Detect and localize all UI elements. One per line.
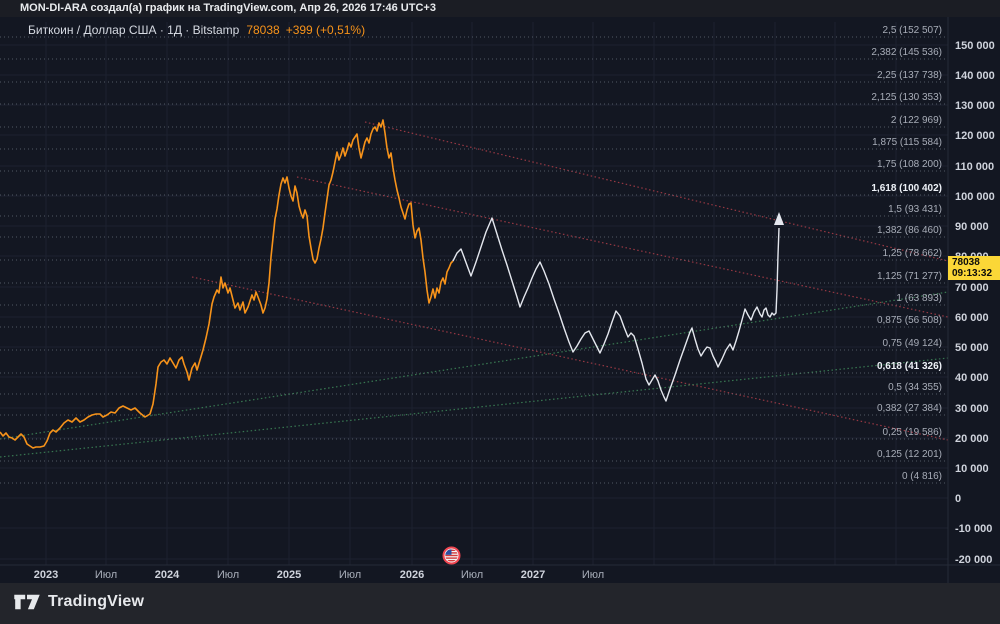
fib-level-label: 2,382 (145 536)	[871, 47, 942, 58]
price-axis-label: 10 000	[955, 463, 989, 475]
price-axis-label: 30 000	[955, 403, 989, 415]
price-axis-label: 70 000	[955, 282, 989, 294]
time-axis-label: Июл	[461, 569, 483, 581]
price-axis[interactable]: 150 000 140 000 130 000 120 000 110 000 100 0…	[955, 40, 995, 566]
event-marker[interactable]	[442, 546, 461, 565]
time-axis-label: Июл	[217, 569, 239, 581]
fib-level-label: 2,5 (152 507)	[883, 25, 943, 36]
time-axis-label: 2024	[155, 569, 180, 581]
price-series-projection[interactable]	[452, 217, 780, 402]
price-axis-label: 120 000	[955, 130, 995, 142]
tradingview-logo-text: TradingView	[48, 593, 145, 610]
time-axis-label: 2026	[400, 569, 424, 581]
legend-symbol-text: Биткоин / Доллар США · 1Д · Bitstamp	[28, 23, 240, 37]
fib-level-label: 2,25 (137 738)	[877, 70, 942, 81]
time-axis-label: 2027	[521, 569, 545, 581]
fib-level-label: 1,875 (115 584)	[872, 137, 942, 148]
price-axis-label: 40 000	[955, 372, 989, 384]
fib-level-label: 0,25 (19 586)	[883, 427, 943, 438]
fib-level-label: 1,25 (78 662)	[883, 248, 943, 259]
price-axis-label: -10 000	[955, 523, 992, 535]
price-axis-label: 100 000	[955, 191, 995, 203]
time-axis-label: 2025	[277, 569, 301, 581]
snapshot-attribution: MON-DI-ARA создал(а) график на TradingVi…	[20, 2, 436, 14]
chart-canvas[interactable]: 2,5 (152 507) 2,382 (145 536) 2,25 (137 73…	[0, 17, 1000, 583]
time-axis[interactable]: 2023 Июл 2024 Июл 2025 Июл 2026 Июл 2027 Июл	[34, 569, 604, 581]
fib-level-label: 1,125 (71 277)	[877, 271, 942, 282]
fib-level-label: 2,125 (130 353)	[871, 92, 942, 103]
grid-layer	[0, 22, 948, 565]
legend-change: +399 (+0,51%)	[285, 23, 366, 37]
header-bar: MON-DI-ARA создал(а) график на TradingVi…	[0, 0, 1000, 17]
fib-level-label: 1,75 (108 200)	[877, 159, 942, 170]
fib-level-label: 1 (63 893)	[896, 293, 942, 304]
tradingview-logo-icon	[14, 594, 40, 610]
price-axis-label: -20 000	[955, 554, 992, 566]
fib-level-label: 0,75 (49 124)	[883, 338, 943, 349]
trend-line-red[interactable]	[296, 176, 949, 318]
price-axis-label: 50 000	[955, 342, 989, 354]
legend-price: 78038	[246, 23, 280, 37]
fib-level-label: 1,618 (100 402)	[871, 183, 942, 194]
price-axis-label: 150 000	[955, 40, 995, 52]
price-axis-label: 0	[955, 493, 961, 505]
price-axis-label: 90 000	[955, 221, 989, 233]
price-tag-price: 78038	[952, 257, 980, 268]
price-axis-label: 140 000	[955, 70, 995, 82]
fib-level-label: 2 (122 969)	[891, 115, 942, 126]
footer-bar: TradingView	[0, 583, 1000, 624]
fib-level-label: 0 (4 816)	[902, 471, 942, 482]
flag-stripe	[445, 554, 458, 557]
tradingview-snapshot: MON-DI-ARA создал(а) график на TradingVi…	[0, 0, 1000, 624]
time-axis-label: Июл	[95, 569, 117, 581]
price-tag-countdown: 09:13:32	[952, 268, 993, 279]
time-axis-label: 2023	[34, 569, 58, 581]
tradingview-logo[interactable]: TradingView	[14, 592, 144, 612]
price-axis-label: 130 000	[955, 100, 995, 112]
fib-level-label: 1,382 (86 460)	[877, 225, 942, 236]
price-axis-label: 110 000	[955, 161, 994, 173]
fib-level-label: 0,5 (34 355)	[888, 382, 942, 393]
trend-line-red[interactable]	[364, 121, 949, 262]
fib-level-label: 0,875 (56 508)	[877, 315, 942, 326]
price-axis-label: 20 000	[955, 433, 989, 445]
fib-level-label: 0,125 (12 201)	[877, 449, 942, 460]
price-axis-label: 60 000	[955, 312, 989, 324]
time-axis-label: Июл	[339, 569, 361, 581]
price-series-history	[0, 119, 454, 449]
flag-stripe	[445, 557, 458, 559]
trend-line-green[interactable]	[0, 291, 949, 440]
fib-level-label: 1,5 (93 431)	[888, 204, 942, 215]
chart-pane: 2,5 (152 507) 2,382 (145 536) 2,25 (137 73…	[0, 17, 1000, 583]
trend-lines-layer	[0, 121, 949, 458]
fib-level-label: 0,618 (41 326)	[877, 361, 942, 372]
time-axis-label: Июл	[582, 569, 604, 581]
price-tag: 78038 09:13:32	[948, 256, 1000, 280]
symbol-legend[interactable]: Биткоин / Доллар США · 1Д · Bitstamp 7803…	[28, 23, 365, 37]
fib-level-label: 0,382 (27 384)	[877, 403, 942, 414]
